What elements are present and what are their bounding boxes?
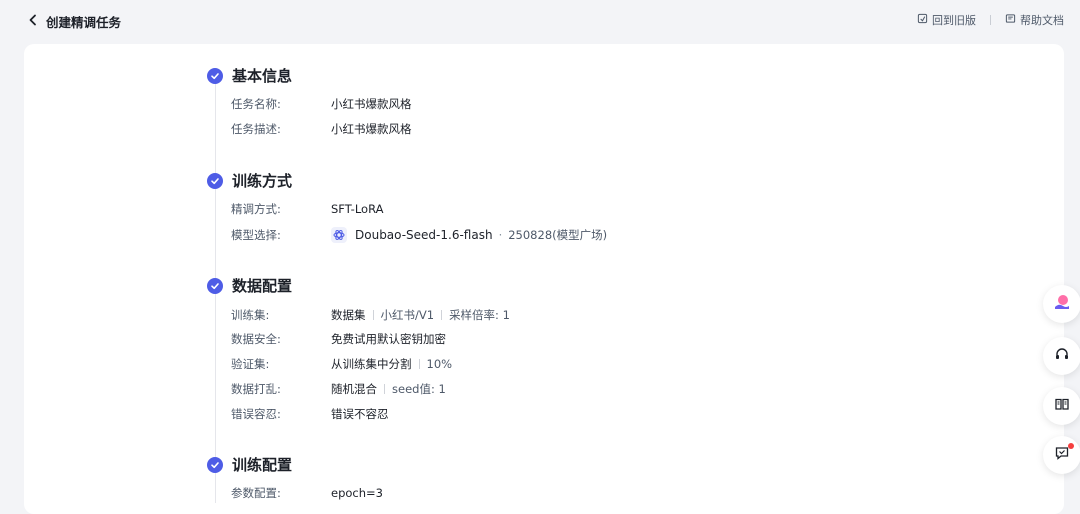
tolerance-value: 错误不容忍 — [331, 407, 389, 421]
check-circle-icon — [207, 67, 223, 84]
inline-divider — [372, 310, 374, 320]
check-circle-icon — [207, 456, 223, 473]
separator-dot: · — [498, 228, 503, 242]
section-data-config: 数据配置 — [207, 275, 292, 296]
param-value: epoch=3 — [331, 486, 383, 500]
field-label: 错误容忍: — [231, 407, 281, 421]
task-desc-row: 任务描述: 小红书爆款风格 — [231, 121, 412, 137]
model-logo-icon — [331, 227, 347, 243]
field-label: 数据安全: — [231, 332, 281, 346]
seed-value: seed值: 1 — [392, 382, 446, 396]
validation-ratio: 10% — [426, 357, 453, 371]
security-value: 免费试用默认密钥加密 — [331, 332, 446, 346]
inline-divider — [441, 310, 443, 320]
headset-icon — [1054, 346, 1070, 366]
section-title: 基本信息 — [232, 67, 293, 85]
help-docs-link[interactable]: 帮助文档 — [1005, 12, 1064, 28]
back-to-old-link[interactable]: 回到旧版 — [917, 12, 976, 28]
section-training-method: 训练方式 — [207, 170, 292, 191]
field-label: 训练集: — [231, 308, 270, 322]
field-label: 模型选择: — [231, 228, 281, 242]
field-label: 任务描述: — [231, 122, 281, 136]
section-title: 数据配置 — [232, 277, 293, 295]
back-to-old-label: 回到旧版 — [932, 14, 976, 27]
assistant-avatar-icon — [1054, 294, 1070, 314]
assistant-float-button[interactable] — [1043, 285, 1080, 323]
section-basic-info: 基本信息 — [207, 65, 292, 86]
docs-float-button[interactable] — [1043, 387, 1080, 425]
sample-rate: 采样倍率: 1 — [449, 308, 510, 322]
field-label: 数据打乱: — [231, 382, 281, 396]
param-row: 参数配置: epoch=3 — [231, 485, 383, 501]
chevron-left-icon — [26, 12, 40, 31]
top-bar: 创建精调任务 回到旧版 帮助文档 — [0, 0, 1080, 40]
task-name-row: 任务名称: 小红书爆款风格 — [231, 96, 412, 112]
feedback-float-button[interactable] — [1043, 436, 1080, 474]
train-set-value: 数据集 小红书/V1 采样倍率: 1 — [331, 307, 510, 323]
feedback-icon — [1054, 445, 1070, 465]
book-open-icon — [1054, 396, 1070, 416]
section-train-config: 训练配置 — [207, 454, 292, 475]
field-label: 任务名称: — [231, 97, 281, 111]
train-set-name: 小红书/V1 — [380, 308, 435, 322]
security-row: 数据安全: 免费试用默认密钥加密 — [231, 331, 446, 347]
validation-method: 从训练集中分割 — [331, 357, 412, 371]
customer-support-button[interactable] — [1043, 337, 1080, 375]
help-docs-label: 帮助文档 — [1020, 14, 1064, 27]
task-name-value: 小红书爆款风格 — [331, 97, 412, 111]
shuffle-method: 随机混合 — [331, 382, 377, 396]
field-label: 验证集: — [231, 357, 270, 371]
shuffle-row: 数据打乱: 随机混合 seed值: 1 — [231, 381, 446, 397]
inline-divider — [384, 384, 385, 394]
section-title: 训练方式 — [232, 172, 293, 190]
check-circle-icon — [207, 277, 223, 294]
shuffle-value: 随机混合 seed值: 1 — [331, 381, 446, 397]
header-actions: 回到旧版 帮助文档 — [917, 12, 1064, 28]
model-value: Doubao-Seed-1.6-flash · 250828(模型广场) — [331, 227, 607, 243]
model-row: 模型选择: Doubao-Seed-1.6-flash · 250828(模型广… — [231, 227, 607, 243]
back-button[interactable]: 创建精调任务 — [26, 12, 121, 31]
inline-divider — [418, 359, 420, 369]
method-value: SFT-LoRA — [331, 202, 384, 216]
switch-version-icon — [917, 13, 928, 27]
model-version: 250828(模型广场) — [508, 228, 608, 242]
train-set-row: 训练集: 数据集 小红书/V1 采样倍率: 1 — [231, 307, 510, 323]
validation-value: 从训练集中分割 10% — [331, 356, 452, 372]
field-label: 精调方式: — [231, 202, 281, 216]
section-title: 训练配置 — [232, 456, 293, 474]
header-divider — [990, 15, 991, 25]
check-circle-icon — [207, 172, 223, 189]
notification-dot — [1068, 443, 1074, 449]
doc-icon — [1005, 13, 1016, 27]
page-title: 创建精调任务 — [46, 15, 122, 30]
main-card — [24, 44, 1064, 514]
method-row: 精调方式: SFT-LoRA — [231, 201, 383, 217]
validation-row: 验证集: 从训练集中分割 10% — [231, 356, 452, 372]
task-desc-value: 小红书爆款风格 — [331, 122, 412, 136]
tolerance-row: 错误容忍: 错误不容忍 — [231, 406, 389, 422]
train-set-type: 数据集 — [331, 308, 366, 322]
model-name: Doubao-Seed-1.6-flash — [355, 228, 493, 242]
field-label: 参数配置: — [231, 486, 281, 500]
